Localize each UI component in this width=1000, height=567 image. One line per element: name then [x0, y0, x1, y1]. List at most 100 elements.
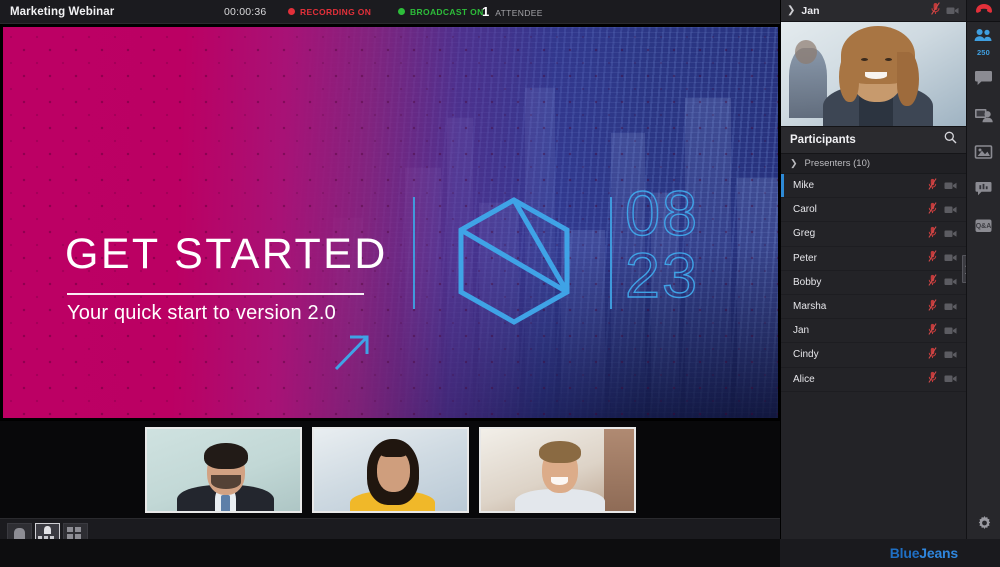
accent-line-left [413, 197, 415, 309]
video-camera-icon[interactable] [944, 346, 957, 364]
participant-name: Mike [793, 180, 815, 192]
mic-muted-icon[interactable] [928, 370, 937, 388]
slide-title: GET STARTED [65, 230, 388, 278]
participants-panel-header: Participants [781, 127, 966, 154]
chat-button[interactable] [967, 62, 1000, 99]
mic-muted-icon[interactable] [928, 346, 937, 364]
participant-row-alice[interactable]: Alice [781, 368, 966, 392]
chevron-down-icon: ❯ [790, 158, 798, 168]
slide-subtitle: Your quick start to version 2.0 [67, 302, 336, 324]
participant-filmstrip [0, 421, 780, 518]
participants-button[interactable]: 250 [967, 22, 1000, 62]
bluejeans-logo: BlueJeans [890, 545, 958, 561]
chevron-right-icon: ❯ [787, 5, 796, 16]
video-camera-icon[interactable] [944, 370, 957, 388]
video-camera-icon[interactable] [944, 225, 957, 243]
attendee-count: 1 [482, 4, 490, 19]
content-image-icon [974, 144, 993, 165]
participant-row-peter[interactable]: Peter [781, 247, 966, 271]
attendee-label: ATTENDEE [495, 8, 543, 18]
presentation-stage[interactable]: 08 23 GET STARTED Your quick start to ve… [0, 24, 780, 421]
svg-text:Q&A: Q&A [976, 223, 992, 230]
participant-thumbnail-2[interactable] [311, 426, 469, 513]
right-icon-rail: 250 Q&A [966, 0, 1000, 567]
slide-number-top: 08 [624, 179, 700, 249]
brand-footer: BlueJeans [780, 539, 966, 567]
mic-muted-icon[interactable] [928, 249, 937, 267]
participant-name: Jan [793, 325, 810, 337]
self-view-name: Jan [801, 4, 820, 17]
top-status-bar: Marketing Webinar 00:00:36 RECORDING ON … [0, 0, 780, 24]
participant-row-mike[interactable]: Mike [781, 174, 966, 199]
accent-line-right [610, 197, 612, 309]
video-camera-icon[interactable] [944, 298, 957, 316]
search-icon[interactable] [944, 131, 957, 149]
mic-muted-icon[interactable] [928, 201, 937, 219]
hexagon-logo-icon [455, 195, 573, 327]
qa-icon: Q&A [974, 218, 993, 239]
video-camera-icon[interactable] [944, 322, 957, 340]
self-view-video[interactable] [781, 22, 966, 127]
presenters-group-label: Presenters (10) [804, 158, 871, 169]
chat-bubble-icon [974, 70, 993, 91]
participant-name: Greg [793, 228, 816, 240]
participants-title: Participants [790, 134, 856, 146]
participants-icon [974, 28, 993, 47]
recording-label: RECORDING ON [300, 6, 372, 17]
mic-muted-icon[interactable] [931, 1, 940, 20]
participant-name: Marsha [793, 301, 827, 313]
video-camera-icon[interactable] [944, 249, 957, 267]
meeting-title: Marketing Webinar [10, 5, 115, 18]
participant-row-cindy[interactable]: Cindy [781, 343, 966, 368]
participants-list: Mike Carol Greg Peter Bobby Marsha Jan C… [781, 174, 966, 392]
bottom-filler [0, 539, 780, 567]
mic-muted-icon[interactable] [928, 298, 937, 316]
slide-number-bottom: 23 [624, 241, 700, 311]
participant-name: Alice [793, 373, 815, 385]
participant-thumbnail-1[interactable] [144, 426, 302, 513]
participant-name: Bobby [793, 276, 822, 288]
participant-name: Peter [793, 252, 817, 264]
attendee-counter: 1 ATTENDEE [482, 4, 543, 19]
hangup-button[interactable] [967, 0, 1000, 22]
participant-name: Cindy [793, 349, 819, 361]
recording-status: RECORDING ON [288, 7, 371, 17]
settings-button[interactable] [967, 513, 1000, 539]
right-side-panel: ❯ Jan Participants ❯ Presenters (10) Mik… [780, 0, 973, 567]
participant-row-jan[interactable]: Jan [781, 319, 966, 344]
poll-icon [974, 181, 993, 202]
video-camera-icon[interactable] [946, 2, 959, 20]
participant-name: Carol [793, 204, 817, 216]
participant-row-greg[interactable]: Greg [781, 222, 966, 247]
broadcast-dot-icon [398, 8, 405, 15]
brand-first-word: Blue [889, 545, 920, 561]
broadcast-status: BROADCAST ON [398, 7, 484, 17]
bluejeans-meeting-window: Marketing Webinar 00:00:36 RECORDING ON … [0, 0, 1000, 567]
participant-thumbnail-3[interactable] [478, 426, 636, 513]
participant-row-marsha[interactable]: Marsha [781, 295, 966, 320]
participant-row-carol[interactable]: Carol [781, 198, 966, 223]
presenters-group-header[interactable]: ❯ Presenters (10) [781, 154, 966, 174]
arrow-up-right-icon [333, 332, 373, 372]
brand-second-word: Jeans [919, 545, 958, 561]
slide-title-rule [67, 293, 364, 295]
video-camera-icon[interactable] [944, 273, 957, 291]
screen-share-icon [974, 107, 993, 128]
hangup-phone-icon [974, 2, 994, 20]
mic-muted-icon[interactable] [928, 177, 937, 195]
mic-muted-icon[interactable] [928, 273, 937, 291]
video-camera-icon[interactable] [944, 177, 957, 195]
gear-icon [977, 516, 992, 536]
content-button[interactable] [967, 136, 1000, 173]
qa-button[interactable]: Q&A [967, 210, 1000, 247]
poll-button[interactable] [967, 173, 1000, 210]
mic-muted-icon[interactable] [928, 225, 937, 243]
shared-slide: 08 23 GET STARTED Your quick start to ve… [3, 27, 778, 418]
video-camera-icon[interactable] [944, 201, 957, 219]
participant-row-bobby[interactable]: Bobby [781, 271, 966, 295]
recording-dot-icon [288, 8, 295, 15]
self-view-header[interactable]: ❯ Jan [781, 0, 966, 22]
rail-footer-filler [966, 539, 1000, 567]
screen-share-button[interactable] [967, 99, 1000, 136]
mic-muted-icon[interactable] [928, 322, 937, 340]
